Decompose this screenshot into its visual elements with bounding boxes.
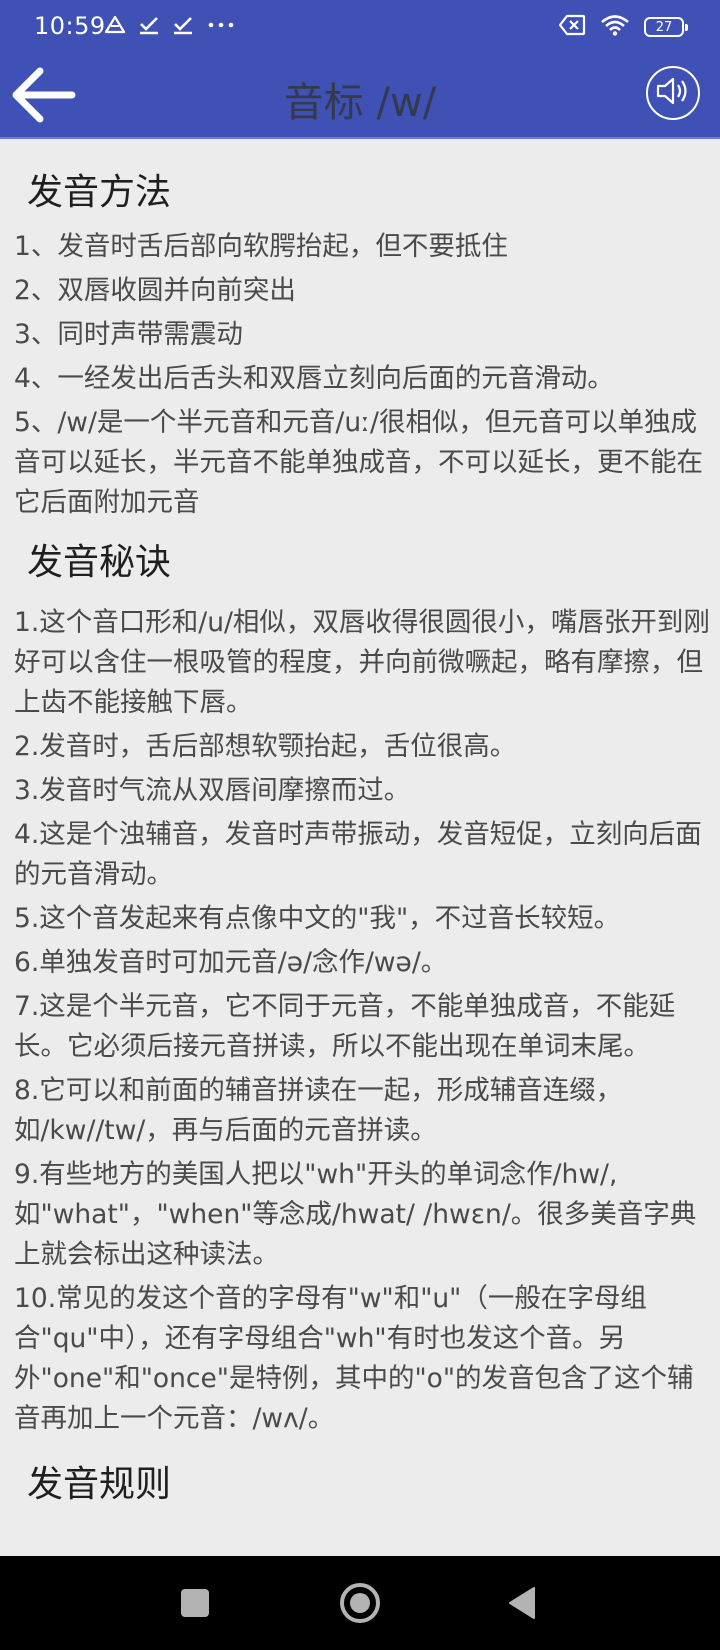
list-item: 3.发音时气流从双唇间摩擦而过。 — [14, 775, 411, 806]
arrow-left-icon — [10, 62, 76, 132]
battery-icon: 27 — [644, 17, 688, 37]
home-dot — [350, 1593, 370, 1613]
section-pronunciation-rules: 发音规则 — [0, 1443, 720, 1509]
list-item: 10.常见的发这个音的字母有"w"和"u"（一般在字母组合"qu"中），还有字母… — [14, 1283, 694, 1434]
list-item: 4、一经发出后舌头和双唇立刻向后面的元音滑动。 — [14, 363, 614, 394]
wifi-icon — [600, 14, 630, 40]
section-heading: 发音方法 — [27, 172, 172, 213]
status-left-icons — [104, 12, 236, 42]
list-item: 8.它可以和前面的辅音拼读在一起，形成辅音连缀，如/kw//tw/，再与后面的元… — [14, 1075, 623, 1146]
triangle-back-icon[interactable] — [508, 1586, 536, 1620]
check-icon — [172, 15, 194, 39]
list-item: 4.这是个浊辅音，发音时声带振动，发音短促，立刻向后面的元音滑动。 — [14, 819, 702, 890]
list-item: 1、发音时舌后部向软腭抬起，但不要抵住 — [14, 231, 508, 262]
status-bar: 10:59 27 — [0, 0, 720, 54]
section-heading: 发音规则 — [27, 1464, 172, 1505]
speaker-button[interactable] — [646, 66, 700, 120]
content-scroll-area[interactable]: 发音方法 1、发音时舌后部向软腭抬起，但不要抵住 2、双唇收圆并向前突出 3、同… — [0, 139, 720, 1556]
list-item: 9.有些地方的美国人把以"wh"开头的单词念作/hw/,如"what"，"whe… — [14, 1159, 697, 1270]
back-button[interactable] — [8, 62, 78, 132]
app-bar: 音标 /w/ — [0, 54, 720, 138]
status-time: 10:59 — [34, 12, 106, 40]
battery-level: 27 — [655, 19, 673, 35]
list-item: 3、同时声带需震动 — [14, 319, 243, 350]
section-pronunciation-tips: 发音秘诀 1.这个音口形和/u/相似，双唇收得很圆很小，嘴唇张开到刚好可以含住一… — [0, 527, 720, 1439]
list-item: 7.这是个半元音，它不同于元音，不能单独成音，不能延长。它必须后接元音拼读，所以… — [14, 991, 676, 1062]
status-right-icons: 27 — [558, 12, 688, 42]
list-item: 2、双唇收圆并向前突出 — [14, 275, 296, 306]
drive-icon — [104, 15, 126, 39]
check-icon — [138, 15, 160, 39]
navigation-bar — [0, 1556, 720, 1650]
list-item: 5、/w/是一个半元音和元音/uː/很相似，但元音可以单独成音可以延长，半元音不… — [14, 407, 703, 518]
list-item: 1.这个音口形和/u/相似，双唇收得很圆很小，嘴唇张开到刚好可以含住一根吸管的程… — [14, 607, 710, 718]
section-heading: 发音秘诀 — [27, 542, 172, 583]
section-pronunciation-method: 发音方法 1、发音时舌后部向软腭抬起，但不要抵住 2、双唇收圆并向前突出 3、同… — [0, 139, 720, 523]
list-item: 5.这个音发起来有点像中文的"我"，不过音长较短。 — [14, 903, 621, 934]
speaker-icon — [655, 76, 691, 110]
list-item: 6.单独发音时可加元音/ə/念作/wə/。 — [14, 947, 448, 978]
square-icon[interactable] — [181, 1589, 209, 1617]
list-item: 2.发音时，舌后部想软颚抬起，舌位很高。 — [14, 731, 517, 762]
page-title: 音标 /w/ — [283, 80, 437, 126]
more-icon — [206, 15, 236, 39]
sim-off-icon — [558, 14, 586, 40]
top-bar: 10:59 27 音标 /w/ — [0, 0, 720, 139]
circle-icon[interactable] — [340, 1583, 380, 1623]
